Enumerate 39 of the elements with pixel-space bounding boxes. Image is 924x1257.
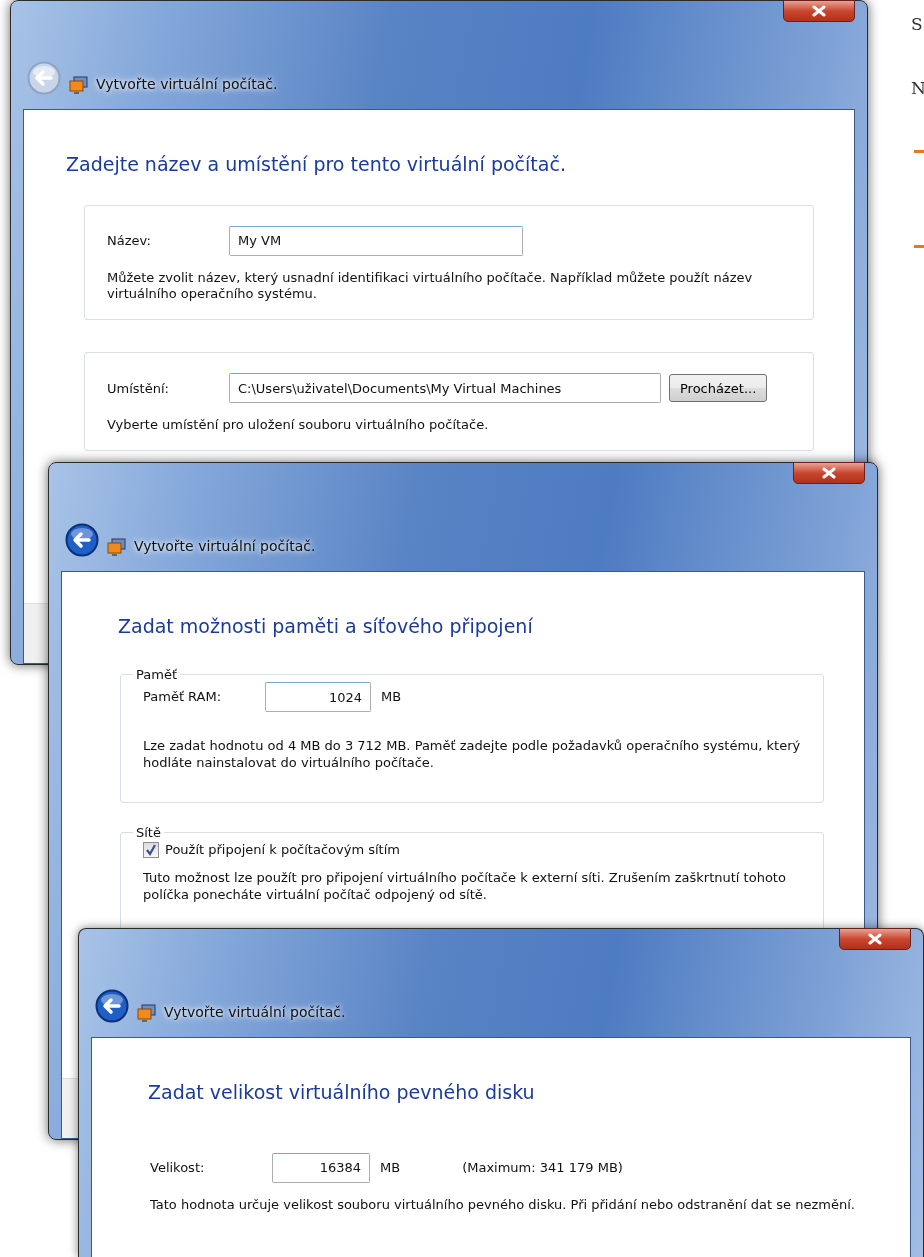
page-heading: Zadat možnosti paměti a síťového připojení [118, 614, 534, 639]
page-heading: Zadat velikost virtuálního pevného disku [148, 1080, 536, 1105]
help-text: Lze zadat hodnotu od 4 MB do 3 712 MB. Paměť zadejte podle požadavků operačního systému, který hodláte nainstalovat do virtuálního počítače. [143, 738, 801, 772]
unit-label: MB [381, 688, 402, 707]
back-button[interactable] [95, 989, 129, 1023]
field-label: Paměť RAM: [143, 688, 223, 707]
input-field[interactable]: C:\Users\uživatel\Documents\My Virtual Machines [229, 373, 661, 404]
maximum-hint: (Maximum: 341 179 MB) [462, 1158, 623, 1177]
group-legend: Paměť [133, 666, 180, 683]
close-icon [812, 5, 826, 17]
field-label: Umístění: [107, 379, 170, 398]
help-text: Vyberte umístění pro uložení souboru virtuálního počítače. [107, 417, 490, 435]
monitor-icon [69, 76, 88, 95]
field-label: Název: [107, 231, 152, 250]
window-title: Vytvořte virtuální počítač. [96, 75, 278, 94]
help-text: Tato hodnota určuje velikost souboru virtuálního pevného disku. Při přidání nebo odstranění dat se nezmění. [150, 1196, 856, 1214]
back-button[interactable] [65, 523, 99, 557]
checkbox-label: Použít připojení k počítačovým sítím [165, 841, 400, 860]
close-icon [822, 467, 836, 479]
close-icon [868, 933, 882, 945]
slide-title-text: S [911, 16, 923, 33]
help-text: Tuto možnost lze použít pro připojení virtuálního počítače k externí síti. Zrušením zaškrtnutí tohoto políčka ponecháte virtuální počítač odpojený od sítě. [143, 869, 787, 904]
browse-button[interactable]: Procházet... [669, 374, 768, 403]
monitor-icon [107, 538, 126, 557]
window-title: Vytvořte virtuální počítač. [134, 537, 316, 556]
unit-label: MB [380, 1158, 401, 1177]
group-legend: Sítě [133, 824, 164, 841]
field-label: Velikost: [150, 1158, 206, 1177]
close-button[interactable] [793, 462, 865, 484]
input-field[interactable]: 1024 [265, 682, 371, 713]
checkbox[interactable] [143, 842, 159, 859]
monitor-icon [137, 1004, 156, 1023]
window-title: Vytvořte virtuální počítač. [164, 1003, 346, 1022]
close-button[interactable] [839, 928, 911, 950]
input-field[interactable]: My VM [229, 225, 523, 256]
help-text: Můžete zvolit název, který usnadní identifikaci virtuálního počítače. Například můžete použít název virtuálního operačního systému. [107, 269, 754, 304]
page-heading: Zadejte název a umístění pro tento virtuální počítač. [66, 152, 567, 177]
close-button[interactable] [783, 0, 855, 22]
input-field[interactable]: 16384 [272, 1152, 370, 1183]
